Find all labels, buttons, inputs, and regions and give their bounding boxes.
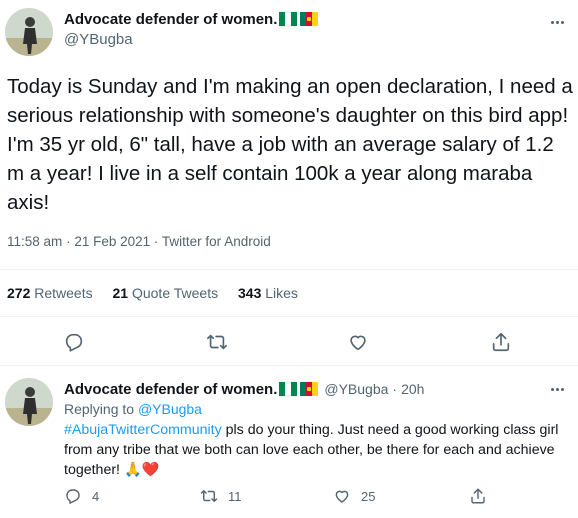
reply-button[interactable]: 4 [64, 487, 99, 505]
hashtag-link[interactable]: #AbujaTwitterCommunity [64, 422, 222, 438]
reply-icon [66, 489, 80, 504]
header-separator: · [392, 381, 398, 397]
avatar[interactable] [5, 8, 53, 56]
reply-button[interactable] [63, 331, 85, 353]
replying-prefix: Replying to [64, 401, 135, 417]
share-icon [492, 332, 510, 352]
tweet-text: Today is Sunday and I'm making an open d… [7, 75, 573, 214]
tweet-meta: 11:58 am · 21 Feb 2021 · Twitter for And… [7, 234, 271, 249]
retweet-icon [207, 334, 227, 350]
profile-photo-icon [5, 8, 53, 56]
likes-label: Likes [265, 285, 298, 301]
reply-header: Advocate defender of women. @YBugba · 20… [64, 379, 424, 399]
retweet-button[interactable]: 11 [200, 487, 242, 505]
nigeria-flag-icon [279, 382, 298, 396]
retweet-icon [200, 490, 218, 502]
reply-age[interactable]: 20h [401, 381, 424, 397]
cameroon-flag-icon [300, 12, 319, 26]
heart-icon [350, 335, 366, 351]
emoji-group: 🙏❤️ [123, 462, 160, 478]
like-button[interactable]: 25 [333, 487, 375, 505]
tweet-date[interactable]: 21 Feb 2021 [74, 234, 150, 249]
more-options-icon[interactable] [545, 379, 569, 399]
nigeria-flag-icon [279, 12, 298, 26]
share-button[interactable] [490, 331, 512, 353]
meta-separator: · [153, 234, 159, 249]
display-name[interactable]: Advocate defender of women. [64, 381, 277, 398]
quote-count: 21 [112, 285, 129, 301]
share-icon [471, 488, 485, 504]
retweet-count: 11 [228, 488, 242, 504]
quote-tweets-stat[interactable]: 21 Quote Tweets [113, 285, 223, 301]
replying-to: Replying to @YBugba [64, 401, 202, 417]
avatar[interactable] [5, 378, 53, 426]
reply-count: 4 [92, 488, 100, 504]
retweets-count: 272 [7, 285, 31, 301]
handle[interactable]: @YBugba [324, 381, 388, 397]
cameroon-flag-icon [300, 382, 319, 396]
like-count: 25 [361, 488, 376, 504]
retweet-button[interactable] [206, 331, 228, 353]
retweets-stat[interactable]: 272 Retweets [7, 285, 97, 301]
meta-separator: · [66, 234, 71, 249]
divider [0, 269, 578, 270]
divider [0, 316, 578, 317]
like-button[interactable] [347, 331, 369, 353]
tweet-stats: 272 Retweets 21 Quote Tweets 343 Likes [7, 285, 298, 301]
author-block: Advocate defender of women. @YBugba [64, 9, 319, 48]
display-name[interactable]: Advocate defender of women. [64, 11, 277, 28]
likes-stat[interactable]: 343 Likes [238, 285, 298, 301]
quote-label: Quote Tweets [131, 285, 219, 301]
more-options-icon[interactable] [545, 12, 569, 32]
share-button[interactable] [469, 487, 487, 505]
divider [0, 365, 578, 366]
retweets-label: Retweets [34, 285, 93, 301]
heart-icon [335, 490, 349, 503]
handle[interactable]: @YBugba [64, 31, 318, 48]
reply-text: #AbujaTwitterCommunity pls do your thing… [64, 420, 572, 480]
profile-photo-icon [5, 378, 53, 426]
tweet-source[interactable]: Twitter for Android [162, 234, 271, 249]
replying-to-link[interactable]: @YBugba [138, 401, 202, 417]
likes-count: 343 [238, 285, 262, 301]
tweet-time[interactable]: 11:58 am [7, 234, 62, 249]
reply-icon [65, 333, 83, 352]
